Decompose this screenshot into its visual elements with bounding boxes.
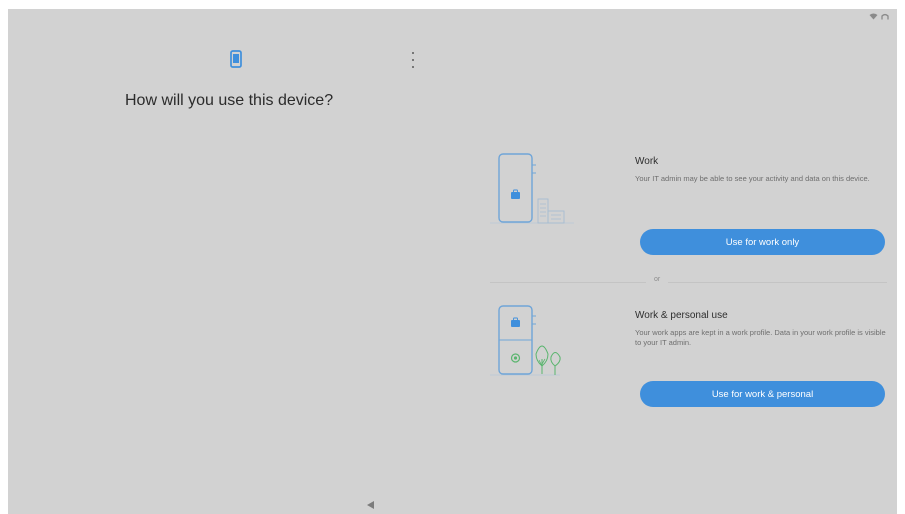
- signal-icon: [881, 13, 889, 20]
- work-option-title: Work: [635, 156, 659, 167]
- status-bar: [869, 13, 889, 20]
- use-for-work-and-personal-button[interactable]: Use for work & personal: [640, 381, 885, 407]
- more-vertical-icon[interactable]: [410, 52, 416, 68]
- divider-left: [490, 282, 646, 283]
- work-personal-option-title: Work & personal use: [635, 310, 728, 321]
- phone-icon: [230, 50, 242, 68]
- work-phone-building-illustration: [490, 153, 574, 224]
- page-title: How will you use this device?: [125, 92, 334, 109]
- back-triangle-icon[interactable]: [366, 500, 375, 510]
- work-personal-phone-tree-illustration: [490, 305, 561, 376]
- or-divider-label: or: [654, 276, 661, 283]
- wifi-icon: [869, 13, 878, 20]
- use-for-work-only-button[interactable]: Use for work only: [640, 229, 885, 255]
- divider-right: [668, 282, 887, 283]
- work-option-description: Your IT admin may be able to see your ac…: [635, 174, 870, 183]
- setup-screen: How will you use this device? Work Your …: [8, 9, 897, 514]
- work-personal-option-description: Your work apps are kept in a work profil…: [635, 328, 886, 347]
